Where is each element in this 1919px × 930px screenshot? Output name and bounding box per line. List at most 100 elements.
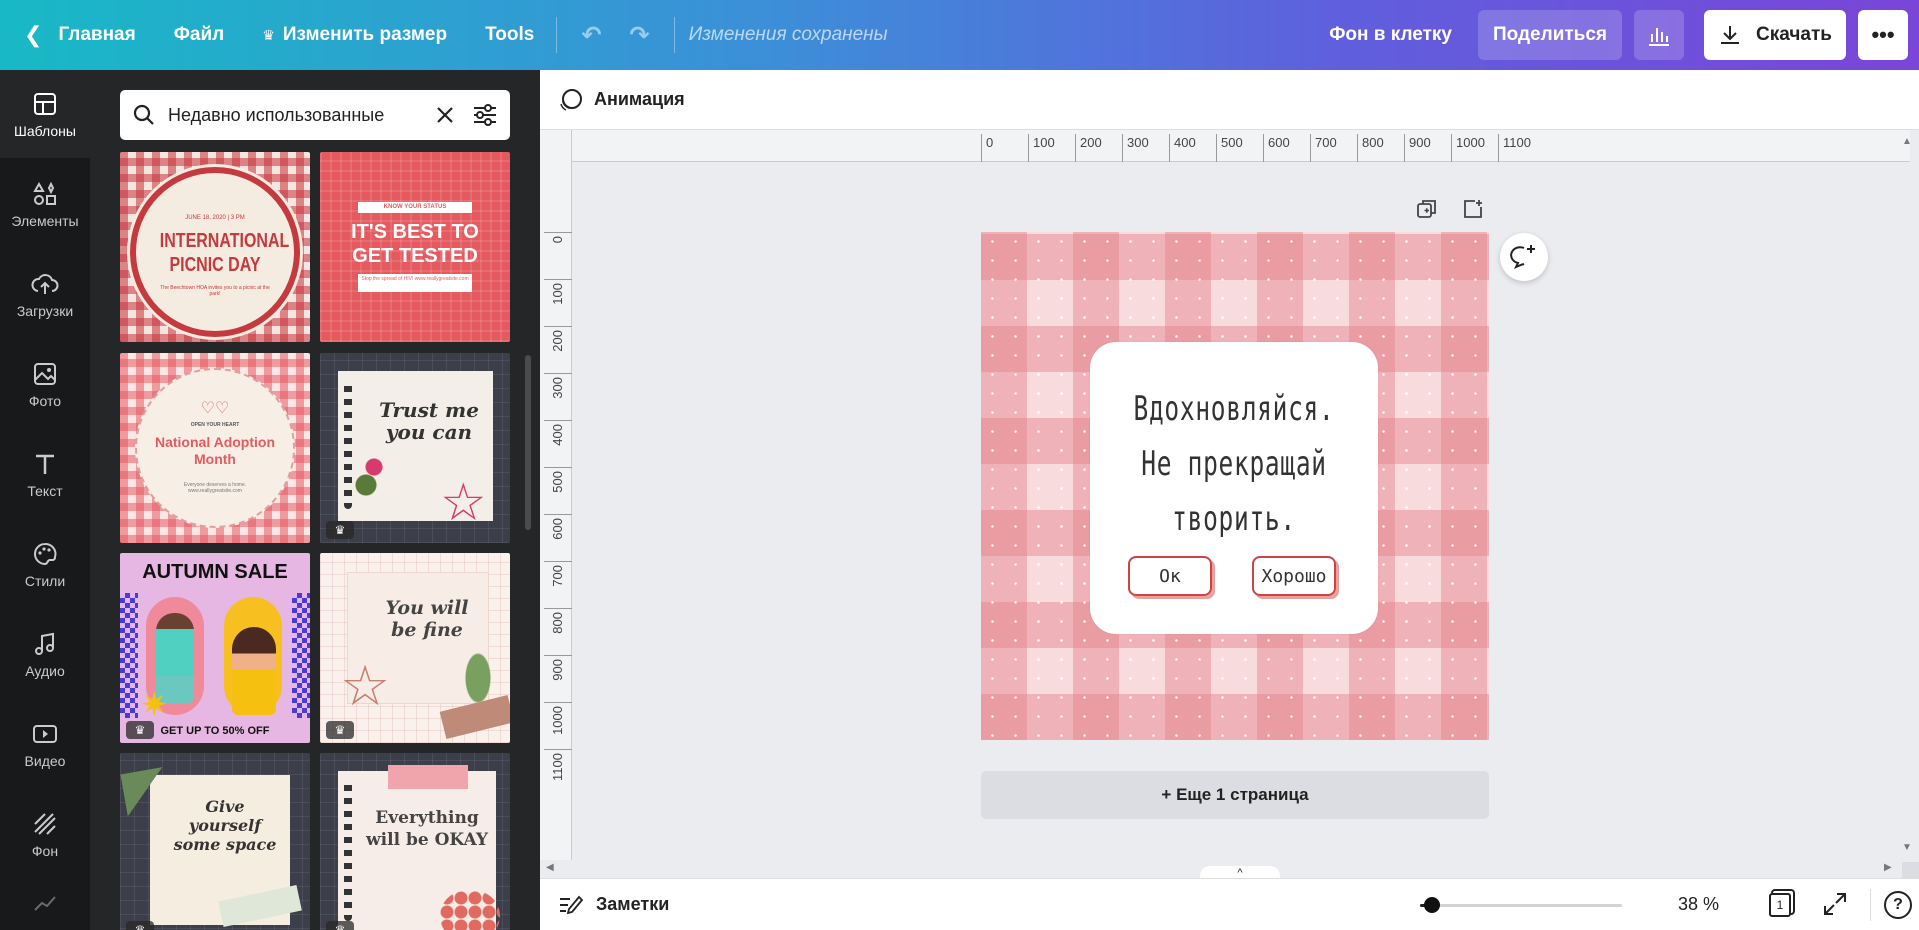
message-card[interactable]: Вдохновляйся. Не прекращай творить. Ок Х… (1090, 342, 1378, 634)
palette-icon (30, 539, 60, 569)
ruler-tick (1310, 134, 1311, 162)
rail-item-video[interactable]: Видео (0, 700, 90, 788)
vertical-scroll-up[interactable]: ▲ (1900, 136, 1914, 150)
template-thumbnail-trust-me[interactable]: Trust me you can ☆ ♛ (320, 353, 510, 543)
rail-item-charts[interactable] (0, 880, 90, 930)
expand-icon (1824, 893, 1846, 915)
good-pill-button[interactable]: Хорошо (1252, 556, 1336, 596)
template-thumbnail-autumn-sale[interactable]: AUTUMN SALE ✷ GET UP TO 50% OFF ♛ (120, 553, 310, 743)
ruler-tick (1357, 134, 1358, 162)
template-thumbnail-picnic[interactable]: JUNE 18, 2020 | 3 PM INTERNATIONAL PICNI… (120, 152, 310, 342)
template-thumbnail-give-yourself[interactable]: Give yourself some space ♛ (120, 753, 310, 930)
ruler-tick-label: 700 (550, 565, 565, 587)
rail-label: Стили (24, 573, 66, 589)
fine-title: You will be fine (385, 597, 469, 641)
picnic-badge: JUNE 18, 2020 | 3 PM INTERNATIONAL PICNI… (130, 167, 300, 337)
notes-button[interactable]: Заметки (596, 894, 669, 915)
rail-item-background[interactable]: Фон (0, 790, 90, 878)
duplicate-page-button[interactable] (1412, 194, 1442, 224)
close-icon[interactable] (434, 104, 456, 126)
ruler-tick (1404, 134, 1405, 162)
add-page-icon-button[interactable] (1458, 194, 1488, 224)
zoom-slider-handle[interactable] (1423, 897, 1440, 913)
undo-button[interactable]: ↶ (567, 0, 615, 70)
ruler-tick-label: 400 (1174, 135, 1196, 150)
search-box[interactable]: Недавно использованные (120, 90, 510, 140)
ruler-tick (544, 467, 572, 468)
rail-label: Фон (31, 843, 59, 859)
ruler-tick-label: 100 (550, 283, 565, 305)
search-input[interactable]: Недавно использованные (168, 105, 434, 126)
video-icon (30, 719, 60, 749)
more-options-button[interactable]: ••• (1858, 10, 1908, 60)
share-button[interactable]: Поделиться (1478, 10, 1622, 60)
share-label: Поделиться (1492, 24, 1608, 45)
ruler-tick (1216, 134, 1217, 162)
design-title-text: Фон в клетку (1329, 24, 1452, 45)
add-comment-icon (1510, 245, 1535, 269)
help-button[interactable]: ? (1884, 891, 1912, 919)
template-thumbnail-get-tested[interactable]: KNOW YOUR STATUS IT'S BEST TO GET TESTED… (320, 152, 510, 342)
chevron-left-icon: ❮ (24, 22, 43, 47)
flower-shape (354, 449, 394, 509)
template-thumbnail-adoption[interactable]: ♡♡ OPEN YOUR HEART National Adoption Mon… (120, 353, 310, 543)
rail-item-templates[interactable]: Шаблоны (0, 70, 90, 158)
home-button[interactable]: ❮ Главная (0, 0, 148, 70)
photo-icon (30, 359, 60, 389)
heart-icon: ♡♡ (200, 400, 230, 417)
music-note-icon (30, 629, 60, 659)
animation-button[interactable]: Анимация (594, 89, 685, 110)
rail-item-text[interactable]: Текст (0, 430, 90, 518)
horizontal-scroll-right[interactable]: ▶ (1884, 862, 1898, 876)
add-page-icon (1464, 200, 1482, 218)
ruler-tick-label: 200 (550, 330, 565, 352)
filter-icon[interactable] (472, 103, 498, 127)
horizontal-scroll-left[interactable]: ◀ (546, 862, 560, 876)
card-text[interactable]: Вдохновляйся. Не прекращай творить. (1130, 382, 1337, 547)
template-thumbnail-you-will-be-fine[interactable]: You will be fine ☆ ♛ (320, 553, 510, 743)
panel-scrollbar[interactable] (525, 355, 531, 530)
checker-right (292, 593, 310, 718)
design-title[interactable]: Фон в клетку (1317, 0, 1464, 70)
template-thumbnail-everything-okay[interactable]: Everything will be OKAY ♛ (320, 753, 510, 930)
ruler-tick-label: 1100 (550, 753, 565, 781)
zoom-slider[interactable] (1420, 897, 1622, 913)
save-status: Изменения сохранены (688, 24, 888, 45)
premium-crown-icon: ♛ (126, 921, 154, 930)
ruler-left: 0 100 200 300 400 500 600 700 800 900 1000 1100 (540, 130, 572, 860)
star-outline-shape: ☆ (340, 654, 391, 717)
comment-button[interactable] (1500, 233, 1548, 281)
resize-button[interactable]: ♛ Изменить размер (250, 0, 459, 70)
redo-button[interactable]: ↷ (615, 0, 663, 70)
picnic-body: The Beechtown HOA invites you to a picni… (160, 285, 270, 297)
rail-item-audio[interactable]: Аудио (0, 610, 90, 698)
page-count-button[interactable]: 1 (1766, 891, 1794, 919)
add-page-button[interactable]: + Еще 1 страница (981, 771, 1489, 819)
add-page-label: + Еще 1 страница (1161, 785, 1309, 804)
ruler-top: 0 100 200 300 400 500 600 700 800 900 1000 1100 (540, 130, 1910, 162)
ruler-tick (1075, 134, 1076, 162)
adoption-body: Everyone deserves a home. www.reallygrea… (183, 482, 247, 494)
tools-button[interactable]: Tools (473, 0, 546, 70)
pages-icon: 1 (1769, 893, 1791, 917)
ruler-tick (544, 232, 572, 233)
rail-item-elements[interactable]: Элементы (0, 160, 90, 248)
text-icon (30, 449, 60, 479)
undo-icon: ↶ (581, 21, 602, 49)
fullscreen-button[interactable] (1822, 891, 1850, 919)
download-button[interactable]: Скачать (1704, 10, 1846, 60)
bottom-divider (1870, 889, 1871, 921)
rail-item-photos[interactable]: Фото (0, 340, 90, 428)
ok-pill-button[interactable]: Ок (1128, 556, 1212, 596)
rail-item-uploads[interactable]: Загрузки (0, 250, 90, 338)
checker-left (120, 593, 138, 718)
file-menu-button[interactable]: Файл (162, 0, 237, 70)
insights-button[interactable] (1634, 10, 1684, 60)
rail-item-styles[interactable]: Стили (0, 520, 90, 608)
download-label: Скачать (1756, 24, 1832, 45)
vertical-scroll-down[interactable]: ▼ (1900, 842, 1914, 856)
zoom-level[interactable]: 38 % (1678, 894, 1719, 915)
more-icon: ••• (1871, 22, 1895, 47)
ruler-tick-label: 0 (986, 135, 994, 150)
help-icon: ? (1893, 896, 1903, 913)
